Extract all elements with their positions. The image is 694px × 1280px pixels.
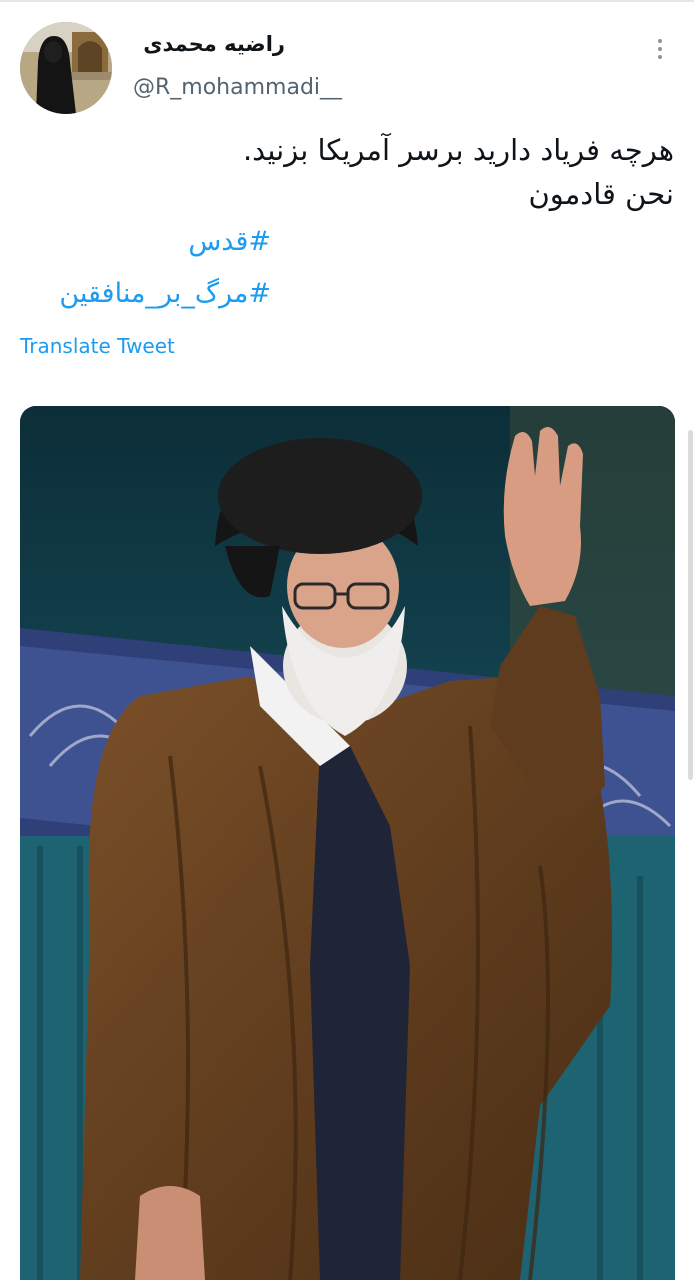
tweet-media-photo[interactable] [20,406,675,1280]
hashtag-link[interactable]: #مرگ_بر_منافقین [59,278,271,309]
tweet-text-line: هرچه فریاد دارید برسر آمریکا بزنید. [242,133,674,167]
translate-tweet-link[interactable]: Translate Tweet [20,334,175,358]
avatar[interactable] [20,22,112,114]
tweet-text: هرچه فریاد دارید برسر آمریکا بزنید. نحن … [34,128,674,216]
top-divider [0,0,694,2]
more-vertical-icon [658,39,662,43]
more-vertical-icon-dot [658,55,662,59]
photo-illustration [20,406,675,1280]
author-handle[interactable]: @R_mohammadi__ [133,75,342,100]
more-options-button[interactable] [646,32,674,66]
tweet-text-line: نحن قادمون [528,177,674,211]
avatar-image [20,22,112,114]
scrollbar[interactable] [688,430,693,780]
hashtag-link[interactable]: #قدس [188,226,271,257]
author-display-name[interactable]: راضیه محمدی [135,32,285,56]
more-vertical-icon-dot [658,47,662,51]
